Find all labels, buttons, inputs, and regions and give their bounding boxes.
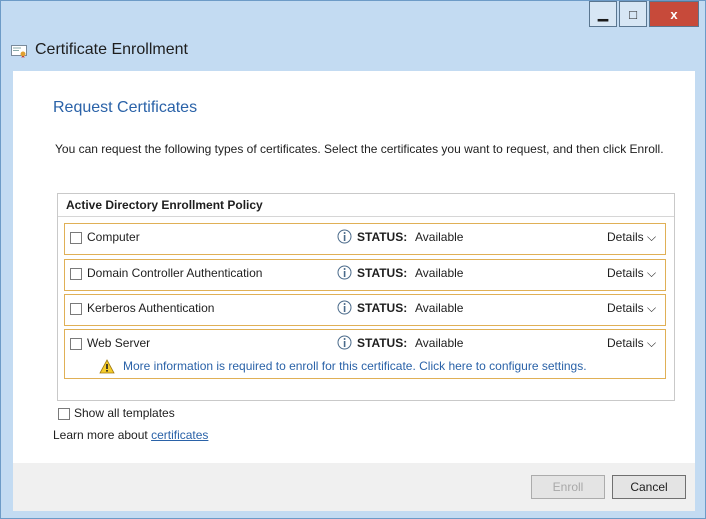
learn-more-text: Learn more about certificates xyxy=(53,428,208,442)
learn-more-prefix: Learn more about xyxy=(53,428,152,442)
status-label: STATUS: xyxy=(357,336,408,350)
certificate-label: Computer xyxy=(87,230,140,244)
status-value: Available xyxy=(415,336,464,350)
policy-header: Active Directory Enrollment Policy xyxy=(66,198,263,212)
computer-checkbox[interactable] xyxy=(70,232,82,244)
window-title: Certificate Enrollment xyxy=(35,41,188,58)
configure-settings-link[interactable]: More information is required to enroll f… xyxy=(123,359,587,373)
certificate-app-icon xyxy=(11,45,27,58)
maximize-icon: □ xyxy=(629,6,637,22)
certificate-label: Domain Controller Authentication xyxy=(87,266,263,280)
status-value: Available xyxy=(415,230,464,244)
maximize-button[interactable]: □ xyxy=(619,1,647,27)
close-button[interactable]: x xyxy=(649,1,699,27)
status-value: Available xyxy=(415,266,464,280)
show-all-templates-label: Show all templates xyxy=(74,406,175,420)
status-label: STATUS: xyxy=(357,266,408,280)
certificate-row-computer[interactable]: Computer STATUS: Available Details ⌵ xyxy=(64,223,666,255)
header-divider xyxy=(58,216,674,217)
button-bar: Enroll Cancel xyxy=(13,463,695,511)
status-value: Available xyxy=(415,301,464,315)
minimize-icon: ▁ xyxy=(598,6,608,21)
info-icon xyxy=(337,265,352,280)
details-toggle[interactable]: Details ⌵ xyxy=(607,301,656,316)
details-toggle[interactable]: Details ⌵ xyxy=(607,336,656,351)
kerberos-authentication-checkbox[interactable] xyxy=(70,303,82,315)
enroll-button[interactable]: Enroll xyxy=(531,475,605,499)
info-icon xyxy=(337,335,352,350)
close-icon: x xyxy=(670,6,678,22)
page-heading: Request Certificates xyxy=(53,99,198,116)
certificate-row-web-server[interactable]: Web Server STATUS: Available Details ⌵ M… xyxy=(64,329,666,379)
certificate-row-kerberos-authentication[interactable]: Kerberos Authentication STATUS: Availabl… xyxy=(64,294,666,326)
wizard-content: Request Certificates You can request the… xyxy=(13,71,695,463)
details-toggle[interactable]: Details ⌵ xyxy=(607,230,656,245)
web-server-checkbox[interactable] xyxy=(70,338,82,350)
certificate-row-domain-controller-authentication[interactable]: Domain Controller Authentication STATUS:… xyxy=(64,259,666,291)
status-label: STATUS: xyxy=(357,230,408,244)
status-label: STATUS: xyxy=(357,301,408,315)
info-icon xyxy=(337,229,352,244)
details-toggle[interactable]: Details ⌵ xyxy=(607,266,656,281)
minimize-button[interactable]: ▁ xyxy=(589,1,617,27)
domain-controller-authentication-checkbox[interactable] xyxy=(70,268,82,280)
cancel-button[interactable]: Cancel xyxy=(612,475,686,499)
info-icon xyxy=(337,300,352,315)
warning-icon xyxy=(99,359,115,374)
certificates-link[interactable]: certificates xyxy=(151,428,208,442)
window-header: Certificate Enrollment xyxy=(1,31,705,71)
certificate-list: Active Directory Enrollment Policy Compu… xyxy=(57,193,675,401)
show-all-templates-checkbox[interactable] xyxy=(58,408,70,420)
page-description: You can request the following types of c… xyxy=(55,142,664,156)
title-bar[interactable]: ▁ □ x xyxy=(1,1,705,31)
certificate-enrollment-window: ▁ □ x Certificate Enrollment Request Cer… xyxy=(0,0,706,519)
certificate-label: Web Server xyxy=(87,336,151,350)
certificate-label: Kerberos Authentication xyxy=(87,301,215,315)
